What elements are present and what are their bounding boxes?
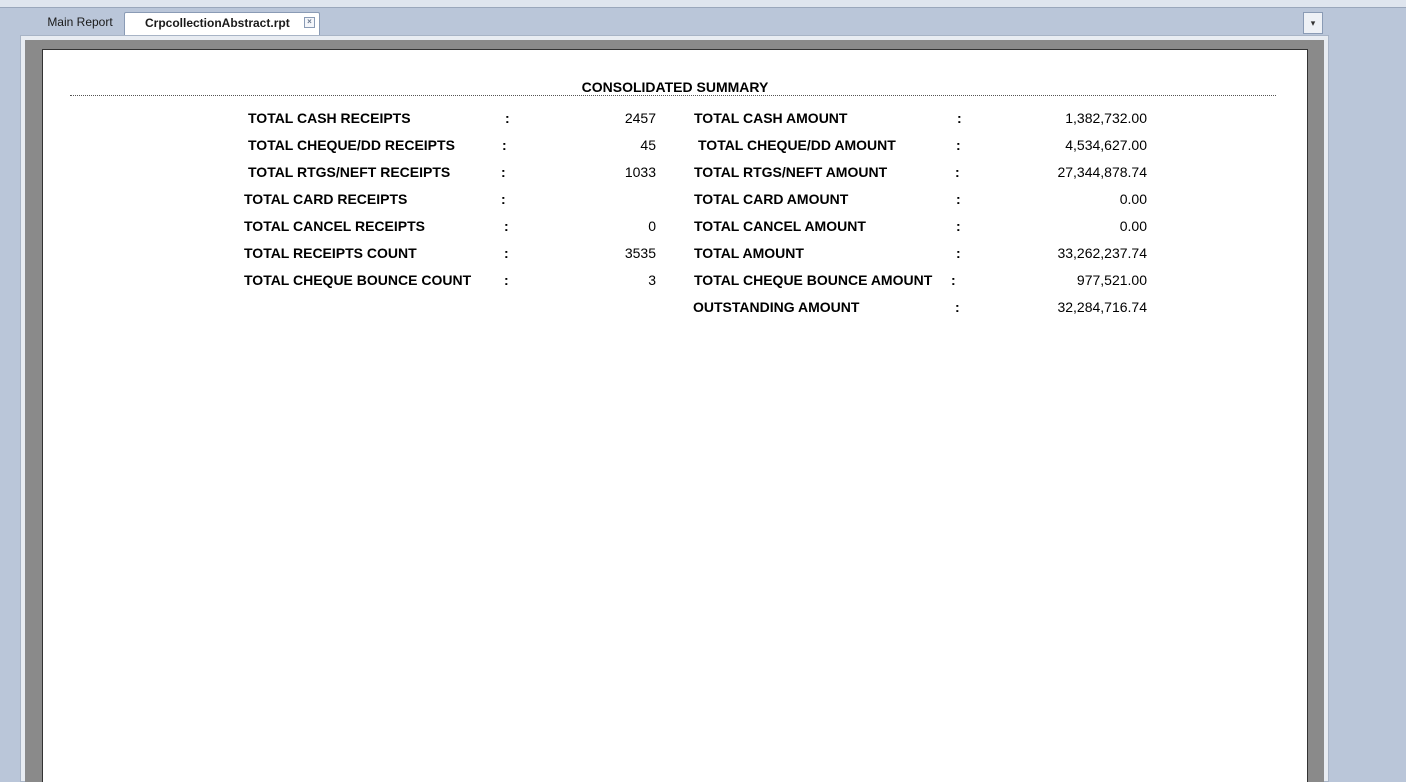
right-colon: : (956, 137, 961, 153)
title-divider (70, 95, 1276, 96)
tab-label: CrpcollectionAbstract.rpt (145, 16, 290, 30)
report-page: CONSOLIDATED SUMMARY TOTAL CASH RECEIPTS… (42, 49, 1308, 782)
right-value-cancel-amount: 0.00 (1119, 218, 1147, 234)
tab-crpcollection-abstract[interactable]: CrpcollectionAbstract.rpt × (124, 12, 320, 35)
left-label-cash-receipts: TOTAL CASH RECEIPTS (248, 110, 411, 126)
left-colon: : (501, 164, 506, 180)
left-label-rtgs-neft-receipts: TOTAL RTGS/NEFT RECEIPTS (248, 164, 451, 180)
left-label-cheque-bounce-count: TOTAL CHEQUE BOUNCE COUNT (244, 272, 472, 288)
right-label-cancel-amount: TOTAL CANCEL AMOUNT (694, 218, 866, 234)
right-value-cheque-dd-amount: 4,534,627.00 (1065, 137, 1147, 153)
left-value-cancel-receipts: 0 (648, 218, 656, 234)
right-value-rtgs-neft-amount: 27,344,878.74 (1057, 164, 1147, 180)
close-icon[interactable]: × (304, 17, 315, 28)
left-value-cash-receipts: 2457 (624, 110, 656, 126)
left-value-cheque-bounce-count: 3 (648, 272, 656, 288)
left-colon: : (504, 272, 509, 288)
left-colon: : (504, 218, 509, 234)
right-label-outstanding-amount: OUTSTANDING AMOUNT (693, 299, 860, 315)
right-label-rtgs-neft-amount: TOTAL RTGS/NEFT AMOUNT (694, 164, 888, 180)
left-colon: : (502, 137, 507, 153)
left-label-cancel-receipts: TOTAL CANCEL RECEIPTS (244, 218, 425, 234)
report-title: CONSOLIDATED SUMMARY (581, 79, 769, 95)
right-colon: : (956, 191, 961, 207)
right-label-cheque-dd-amount: TOTAL CHEQUE/DD AMOUNT (698, 137, 896, 153)
right-value-outstanding-amount: 32,284,716.74 (1057, 299, 1147, 315)
right-label-cash-amount: TOTAL CASH AMOUNT (694, 110, 848, 126)
right-value-card-amount: 0.00 (1119, 191, 1147, 207)
left-value-rtgs-neft-receipts: 1033 (624, 164, 656, 180)
left-label-receipts-count: TOTAL RECEIPTS COUNT (244, 245, 417, 261)
right-colon: : (955, 164, 960, 180)
left-colon: : (504, 245, 509, 261)
left-label-cheque-dd-receipts: TOTAL CHEQUE/DD RECEIPTS (248, 137, 455, 153)
right-colon: : (955, 299, 960, 315)
right-colon: : (956, 218, 961, 234)
right-colon: : (956, 245, 961, 261)
right-colon: : (957, 110, 962, 126)
right-colon: : (951, 272, 956, 288)
right-value-cheque-bounce-amount: 977,521.00 (1076, 272, 1147, 288)
window-top-strip (0, 0, 1406, 8)
right-label-total-amount: TOTAL AMOUNT (694, 245, 804, 261)
right-value-cash-amount: 1,382,732.00 (1065, 110, 1147, 126)
right-label-card-amount: TOTAL CARD AMOUNT (694, 191, 849, 207)
left-colon: : (501, 191, 506, 207)
right-value-total-amount: 33,262,237.74 (1057, 245, 1147, 261)
chevron-down-icon[interactable]: ▾ (1303, 12, 1323, 34)
tab-main-report[interactable]: Main Report (36, 12, 124, 35)
right-label-cheque-bounce-amount: TOTAL CHEQUE BOUNCE AMOUNT (694, 272, 933, 288)
left-label-card-receipts: TOTAL CARD RECEIPTS (244, 191, 408, 207)
left-value-cheque-dd-receipts: 45 (640, 137, 656, 153)
left-value-receipts-count: 3535 (624, 245, 656, 261)
left-colon: : (505, 110, 510, 126)
